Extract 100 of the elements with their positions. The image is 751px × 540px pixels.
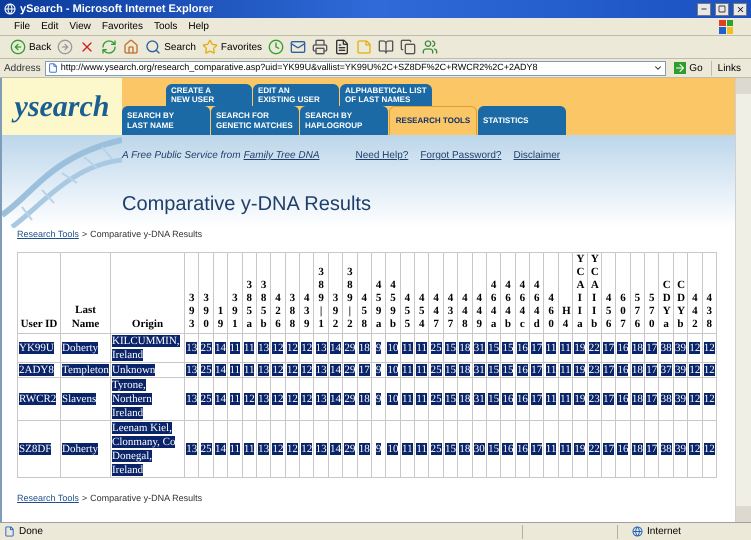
mail-button[interactable] [290, 39, 306, 55]
menu-item[interactable]: Tools [154, 19, 178, 34]
column-header: 438 [702, 252, 716, 333]
column-header: H4 [558, 252, 573, 333]
maximize-button[interactable] [715, 2, 729, 16]
table-cell: 19 [572, 420, 587, 477]
column-header: 448 [458, 252, 472, 333]
links-button[interactable]: Links [710, 60, 747, 76]
table-cell: 23 [587, 377, 602, 420]
column-header: 576 [630, 252, 644, 333]
table-cell: 25 [428, 333, 444, 362]
column-header: 607 [616, 252, 630, 333]
table-cell: 16 [616, 362, 630, 377]
page-icon [48, 63, 58, 73]
table-cell: 31 [472, 333, 486, 362]
table-cell: 18 [458, 377, 472, 420]
column-header: 455 [400, 252, 414, 333]
menu-item[interactable]: File [14, 19, 30, 34]
back-button[interactable]: Back [10, 39, 52, 55]
column-header: 456 [601, 252, 616, 333]
table-cell: 10 [386, 377, 400, 420]
nav-tab[interactable]: RESEARCH TOOLS [389, 106, 477, 135]
search-button[interactable]: Search [145, 39, 196, 55]
address-field[interactable]: http://www.ysearch.org/research_comparative.asp?uid=YK99U&vallist=YK99U%2C+SZ8DF%2C+RWCR2%2C+2ADY8 [44, 60, 666, 76]
home-button[interactable] [123, 39, 140, 55]
nav-tab[interactable]: STATISTICS [478, 106, 566, 135]
table-cell: 39 [673, 377, 688, 420]
table-cell: 11 [400, 333, 414, 362]
nav-tab[interactable]: SEARCH BY LAST NAME [122, 106, 210, 135]
table-cell: 17 [601, 333, 616, 362]
table-cell: 11 [544, 420, 558, 477]
nav-tab[interactable]: SEARCH FOR GENETIC MATCHES [211, 106, 299, 135]
nav-tab[interactable]: EDIT AN EXISTING USER [253, 84, 339, 106]
header-link[interactable]: Disclaimer [513, 148, 560, 163]
header-link[interactable]: Forgot Password? [420, 148, 502, 163]
column-header: 393 [184, 252, 199, 333]
table-cell: 31 [472, 377, 486, 420]
breadcrumb-link[interactable]: Research Tools [17, 492, 79, 505]
table-cell: 13 [256, 362, 271, 377]
nav-tab[interactable]: CREATE A NEW USER [166, 84, 252, 106]
column-header: 389|1 [314, 252, 328, 333]
column-header: 464d [530, 252, 544, 333]
table-cell: 12 [285, 420, 300, 477]
table-cell: 14 [213, 333, 228, 362]
table-cell: 15 [486, 362, 501, 377]
table-cell: 12 [702, 333, 716, 362]
table-cell: 12 [242, 377, 256, 420]
star-icon [202, 39, 218, 55]
messenger-button[interactable] [422, 39, 438, 55]
menu-item[interactable]: View [69, 19, 91, 34]
column-header: Origin [110, 252, 184, 333]
favorites-button[interactable]: Favorites [202, 39, 262, 55]
table-cell: 11 [400, 420, 414, 477]
print-button[interactable] [312, 39, 328, 55]
go-button[interactable]: Go [670, 60, 707, 76]
table-cell: 12 [300, 420, 314, 477]
table-cell: 16 [616, 420, 630, 477]
menu-item[interactable]: Edit [41, 19, 58, 34]
table-cell: 12 [702, 377, 716, 420]
column-header: 460 [544, 252, 558, 333]
table-cell: Unknown [110, 362, 184, 377]
close-button[interactable] [733, 2, 747, 16]
table-cell: Tyrone, Northern Ireland [110, 377, 184, 420]
table-cell: Templeton [60, 362, 110, 377]
column-header: 449 [472, 252, 486, 333]
table-cell: 12 [285, 333, 300, 362]
column-header: 389|2 [342, 252, 357, 333]
table-cell: 14 [328, 420, 343, 477]
table-cell: 22 [587, 333, 602, 362]
family-tree-dna-link[interactable]: Family Tree DNA [244, 148, 320, 163]
minimize-button[interactable] [697, 2, 711, 16]
table-cell: 11 [228, 333, 242, 362]
table-cell: 19 [572, 362, 587, 377]
menu-item[interactable]: Favorites [102, 19, 143, 34]
nav-tab[interactable]: SEARCH BY HAPLOGROUP [300, 106, 388, 135]
table-cell: 9 [371, 362, 386, 377]
research-button[interactable] [378, 39, 394, 55]
zone-text: Internet [647, 525, 682, 539]
refresh-button[interactable] [101, 39, 118, 55]
history-button[interactable] [268, 39, 284, 55]
menu-item[interactable]: Help [188, 19, 209, 34]
table-cell: 31 [472, 362, 486, 377]
table-cell: 12 [702, 362, 716, 377]
column-header: 459a [371, 252, 386, 333]
table-cell: 11 [544, 377, 558, 420]
table-cell: 13 [314, 333, 328, 362]
table-cell: Leenam Kiel, Clonmany, Co Donegal, Ireland [110, 420, 184, 477]
table-cell: 15 [443, 420, 458, 477]
nav-tab[interactable]: ALPHABETICAL LIST OF LAST NAMES [340, 84, 432, 106]
browser-icon [4, 3, 16, 15]
column-header: 454 [414, 252, 429, 333]
copy-button[interactable] [400, 39, 416, 55]
breadcrumb-link[interactable]: Research Tools [17, 228, 79, 242]
edit-button[interactable] [334, 39, 350, 55]
table-cell: 13 [184, 377, 199, 420]
vertical-scrollbar[interactable] [735, 78, 751, 522]
breadcrumb-separator: > [82, 228, 88, 241]
close-icon [736, 4, 744, 14]
header-link[interactable]: Need Help? [356, 148, 408, 163]
table-cell: 14 [213, 362, 228, 377]
